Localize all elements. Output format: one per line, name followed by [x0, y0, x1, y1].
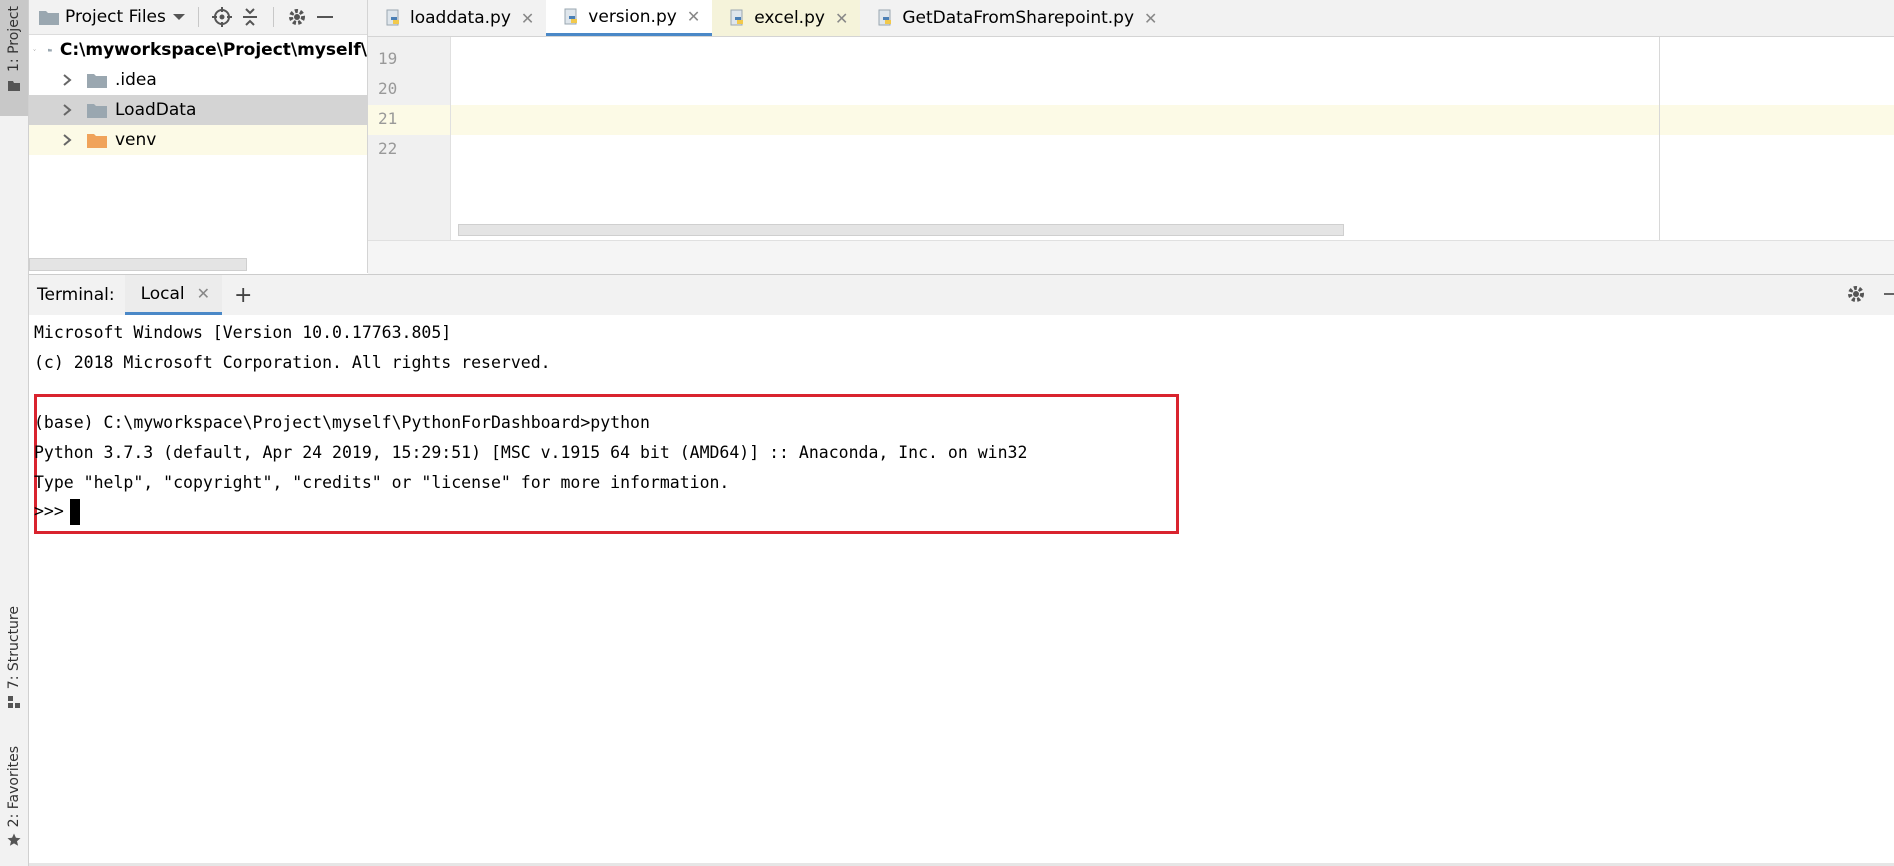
right-margin-guide — [1659, 37, 1660, 240]
tool-tab-structure[interactable]: 7: Structure — [0, 600, 28, 712]
chevron-down-icon[interactable] — [33, 42, 36, 58]
tool-tab-project[interactable]: 1: Project — [0, 0, 28, 116]
project-pane-header: Project Files — [29, 0, 367, 35]
gear-icon[interactable] — [1846, 284, 1866, 304]
tree-item-label: .idea — [115, 70, 157, 90]
tab-label: excel.py — [754, 8, 825, 28]
tool-tab-structure-label: 7: Structure — [6, 606, 22, 690]
tool-tab-project-label: 1: Project — [6, 6, 22, 72]
tool-tab-favorites[interactable]: 2: Favorites — [0, 740, 28, 852]
editor-horizontal-scrollbar[interactable] — [458, 224, 1344, 236]
python-file-icon — [878, 9, 892, 26]
close-icon[interactable]: ✕ — [835, 9, 848, 28]
structure-icon — [8, 696, 20, 709]
tab-excel[interactable]: excel.py ✕ — [712, 0, 861, 36]
project-view-selector[interactable]: Project Files — [65, 7, 166, 27]
terminal-line: Python 3.7.3 (default, Apr 24 2019, 15:2… — [34, 443, 1028, 462]
chevron-right-icon[interactable] — [59, 132, 75, 148]
star-icon — [7, 833, 21, 847]
add-icon[interactable]: + — [234, 283, 252, 308]
line-number: 22 — [378, 139, 398, 158]
terminal-prompt-line[interactable]: >>> — [34, 499, 80, 525]
header-separator — [272, 7, 274, 27]
collapse-all-button[interactable] — [239, 6, 261, 28]
project-horizontal-scrollbar[interactable] — [29, 258, 247, 271]
folder-icon — [87, 74, 107, 88]
minimize-icon[interactable] — [1884, 293, 1894, 295]
locate-icon — [211, 7, 232, 27]
project-pane: Project Files C:\myworkspace\Project\mys… — [29, 0, 368, 273]
tree-item-root[interactable]: C:\myworkspace\Project\myself\ — [29, 35, 367, 65]
tree-item-label: LoadData — [115, 100, 197, 120]
close-icon[interactable]: ✕ — [1144, 9, 1157, 28]
terminal-tab-label: Local — [140, 283, 185, 304]
collapse-icon — [242, 8, 257, 26]
terminal-title: Terminal: — [37, 285, 115, 305]
terminal-tab-local[interactable]: Local ✕ — [124, 275, 223, 315]
terminal-output[interactable]: Microsoft Windows [Version 10.0.17763.80… — [29, 315, 1894, 863]
header-separator — [197, 7, 199, 27]
chevron-right-icon[interactable] — [59, 72, 75, 88]
tree-item-venv[interactable]: venv — [29, 125, 367, 155]
close-icon[interactable]: ✕ — [687, 7, 700, 26]
settings-button[interactable] — [286, 6, 308, 28]
minimize-icon — [316, 16, 333, 18]
python-file-icon — [730, 9, 744, 26]
tab-getdatafromsharepoint[interactable]: GetDataFromSharepoint.py ✕ — [860, 0, 1169, 36]
tool-tab-favorites-label: 2: Favorites — [6, 746, 22, 828]
left-tool-strip: 1: Project 7: Structure 2: Favorites — [0, 0, 29, 866]
tab-loaddata[interactable]: loaddata.py ✕ — [368, 0, 546, 36]
chevron-right-icon[interactable] — [59, 102, 75, 118]
tab-label: version.py — [588, 6, 677, 27]
terminal-header: Terminal: Local ✕ + — [29, 274, 1894, 316]
line-number: 20 — [378, 79, 398, 98]
line-number: 19 — [378, 49, 398, 68]
tab-version[interactable]: version.py ✕ — [546, 0, 713, 36]
dropdown-icon[interactable] — [172, 12, 186, 22]
line-number: 21 — [378, 109, 398, 128]
terminal-line: Type "help", "copyright", "credits" or "… — [34, 473, 730, 492]
editor-bottom-bar — [368, 240, 1894, 274]
text-cursor — [69, 499, 80, 525]
current-line-highlight — [451, 105, 1894, 135]
python-prompt: >>> — [34, 501, 64, 521]
folder-icon — [87, 104, 107, 118]
tab-label: loaddata.py — [410, 8, 511, 28]
folder-icon — [87, 134, 107, 148]
folder-icon — [39, 11, 59, 25]
close-icon[interactable]: ✕ — [521, 9, 534, 28]
locate-button[interactable] — [211, 6, 233, 28]
minimize-button[interactable] — [314, 6, 336, 28]
tab-label: GetDataFromSharepoint.py — [902, 8, 1135, 28]
tree-item-label: C:\myworkspace\Project\myself\ — [59, 40, 367, 60]
tree-item-label: venv — [115, 130, 157, 150]
python-file-icon — [564, 8, 578, 24]
tree-item-loaddata[interactable]: LoadData — [29, 95, 367, 125]
editor-tab-bar: loaddata.py ✕ version.py ✕ excel.py ✕ Ge… — [368, 0, 1894, 37]
terminal-line: Microsoft Windows [Version 10.0.17763.80… — [34, 323, 452, 342]
code-editor[interactable] — [451, 37, 1894, 240]
tree-item-idea[interactable]: .idea — [29, 65, 367, 95]
folder-icon — [48, 48, 52, 52]
terminal-line: (base) C:\myworkspace\Project\myself\Pyt… — [34, 413, 650, 432]
python-file-icon — [386, 9, 399, 26]
close-icon[interactable]: ✕ — [197, 284, 210, 303]
folder-icon — [8, 80, 20, 91]
terminal-line: (c) 2018 Microsoft Corporation. All righ… — [34, 353, 551, 372]
gear-icon — [288, 9, 305, 25]
